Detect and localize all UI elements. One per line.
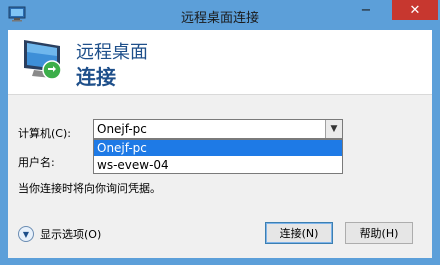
computer-label: 计算机(C):: [18, 127, 71, 140]
header-title: 连接: [76, 65, 116, 89]
computer-dropdown-list: Onejf-pc ws-evew-04: [93, 139, 343, 174]
dialog-client-area: 远程桌面 连接 计算机(C): Onejf-pc ▼ Onejf-pc ws-e…: [8, 30, 432, 258]
close-icon: ✕: [409, 2, 421, 18]
help-button[interactable]: 帮助(H): [345, 222, 413, 244]
show-options-label: 显示选项(O): [40, 228, 102, 241]
credentials-info-text: 当你连接时将向你询问凭据。: [18, 182, 161, 195]
close-button[interactable]: ✕: [392, 0, 438, 20]
username-label: 用户名:: [18, 156, 55, 169]
dialog-footer: ▼ 显示选项(O) 连接(N) 帮助(H): [8, 200, 432, 258]
computer-input[interactable]: Onejf-pc: [97, 122, 147, 136]
show-options-toggle[interactable]: ▼ 显示选项(O): [18, 226, 101, 242]
expand-chevron-icon: ▼: [18, 226, 34, 242]
dropdown-option-ws-evew-04[interactable]: ws-evew-04: [94, 157, 342, 173]
dropdown-arrow-icon[interactable]: ▼: [325, 120, 342, 138]
rdp-window: 远程桌面连接 − ✕ 远程桌面 连接 计算机(C): Onejf-pc ▼ On…: [0, 0, 440, 265]
minimize-button[interactable]: −: [352, 0, 380, 20]
dialog-header: 远程桌面 连接: [8, 30, 432, 94]
computer-combobox[interactable]: Onejf-pc ▼: [93, 119, 343, 139]
title-bar[interactable]: 远程桌面连接 − ✕: [0, 0, 440, 30]
connection-form: 计算机(C): Onejf-pc ▼ Onejf-pc ws-evew-04 用…: [8, 95, 432, 200]
dropdown-option-onejf-pc[interactable]: Onejf-pc: [94, 140, 342, 156]
minimize-icon: −: [360, 2, 372, 18]
remote-desktop-monitor-icon: [24, 40, 62, 80]
connect-button[interactable]: 连接(N): [265, 222, 333, 244]
